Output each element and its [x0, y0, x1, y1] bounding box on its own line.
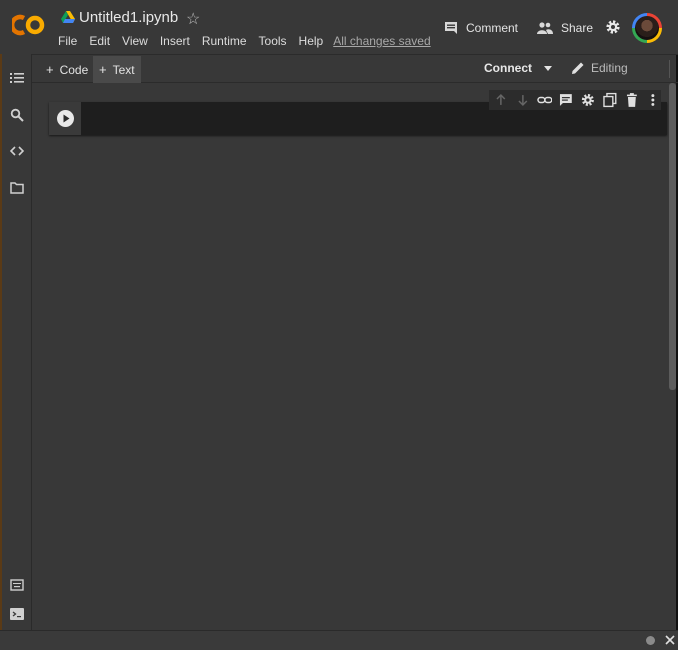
user-avatar[interactable] — [632, 13, 662, 43]
play-icon — [63, 114, 70, 123]
connect-label: Connect — [484, 61, 532, 75]
code-snippets-icon[interactable] — [10, 144, 24, 158]
settings-gear-icon[interactable] — [605, 19, 621, 35]
cell-toolbar — [489, 90, 661, 110]
menu-edit[interactable]: Edit — [89, 34, 110, 50]
delete-icon[interactable] — [624, 92, 640, 108]
more-icon[interactable] — [645, 92, 661, 108]
save-status-link[interactable]: All changes saved — [333, 34, 430, 50]
settings-icon[interactable] — [580, 92, 596, 108]
add-code-button[interactable]: + Code — [40, 56, 94, 83]
connect-button[interactable]: Connect — [484, 61, 552, 75]
toolbar-divider — [669, 60, 670, 78]
runtime-status-icon[interactable] — [646, 636, 655, 645]
dropdown-arrow-icon[interactable] — [544, 65, 552, 71]
comment-icon — [445, 22, 457, 34]
menu-view[interactable]: View — [122, 34, 148, 50]
notebook-title[interactable]: Untitled1.ipynb — [79, 9, 178, 26]
toc-icon[interactable] — [10, 71, 24, 85]
menu-insert[interactable]: Insert — [160, 34, 190, 50]
vertical-scrollbar[interactable] — [669, 83, 676, 390]
add-text-label: Text — [112, 62, 135, 77]
colab-logo[interactable] — [12, 14, 46, 36]
close-icon[interactable] — [664, 634, 676, 646]
star-icon[interactable]: ☆ — [186, 9, 200, 29]
avatar-image — [635, 16, 659, 40]
plus-icon: + — [46, 62, 54, 77]
pencil-icon — [572, 62, 584, 74]
people-icon — [537, 22, 553, 34]
menu-help[interactable]: Help — [299, 34, 324, 50]
search-icon[interactable] — [10, 108, 24, 122]
menu-file[interactable]: File — [58, 34, 77, 50]
folder-icon[interactable] — [10, 181, 24, 195]
menu-runtime[interactable]: Runtime — [202, 34, 247, 50]
left-sidebar — [0, 54, 32, 630]
notebook-toolbar: + Code + Text Connect Editing — [32, 54, 678, 83]
link-icon[interactable] — [536, 92, 553, 108]
add-text-button[interactable]: + Text — [93, 56, 141, 83]
comment-button[interactable]: Comment — [444, 18, 518, 38]
cell-gutter — [49, 102, 81, 135]
command-palette-icon[interactable] — [10, 578, 24, 592]
editing-mode-button[interactable]: Editing — [571, 61, 628, 75]
comment-icon[interactable] — [558, 92, 574, 108]
google-drive-icon — [61, 11, 75, 23]
header: Untitled1.ipynb ☆ File Edit View Insert … — [0, 0, 678, 54]
add-code-label: Code — [59, 62, 89, 77]
share-label: Share — [561, 21, 594, 35]
run-cell-button[interactable] — [57, 110, 74, 127]
status-bar — [0, 630, 678, 650]
editing-label: Editing — [591, 61, 628, 75]
terminal-icon[interactable] — [10, 607, 24, 621]
comment-label: Comment — [466, 21, 519, 35]
menu-bar: File Edit View Insert Runtime Tools Help… — [58, 34, 431, 50]
arrow-down-icon[interactable] — [515, 92, 531, 108]
share-button[interactable]: Share — [537, 18, 593, 38]
plus-icon: + — [99, 62, 107, 77]
menu-tools[interactable]: Tools — [259, 34, 287, 50]
mirror-cell-icon[interactable] — [602, 92, 618, 108]
arrow-up-icon[interactable] — [493, 92, 509, 108]
